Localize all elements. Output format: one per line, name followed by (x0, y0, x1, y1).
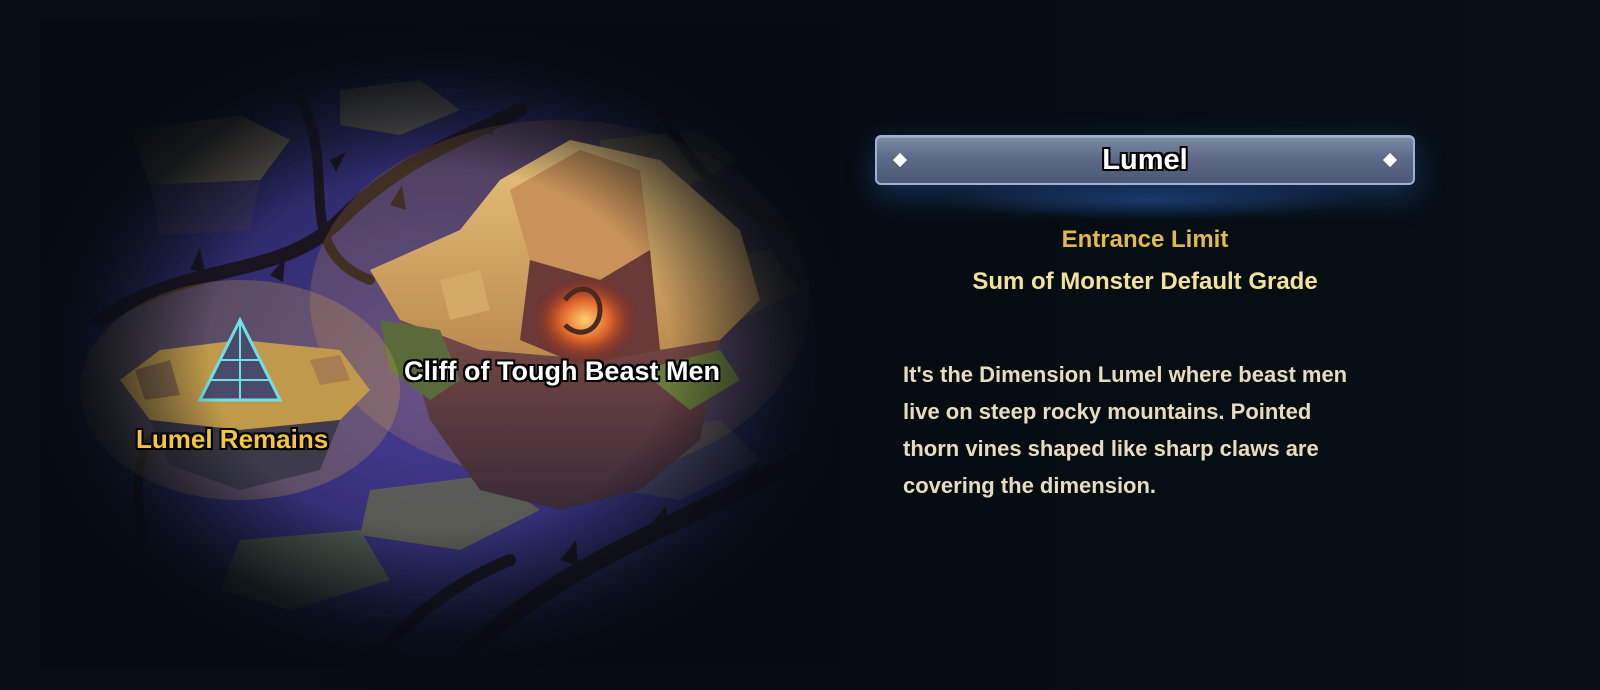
dimension-map (40, 20, 840, 670)
entrance-limit-label: Entrance Limit (1061, 226, 1229, 253)
dimension-title: Lumel (1102, 144, 1188, 176)
pyramid-icon (80, 280, 400, 500)
entrance-limit-value: Sum of Monster Default Grade (972, 268, 1318, 295)
location-cliff-of-tough-beast-men[interactable]: Cliff of Tough Beast Men (404, 356, 720, 387)
dimension-description: It's the Dimension Lumel where beast men… (903, 362, 1348, 498)
location-lumel-remains[interactable]: Lumel Remains (136, 424, 328, 455)
title-glow (940, 180, 1360, 220)
dimension-title-bar: Lumel (875, 135, 1415, 185)
